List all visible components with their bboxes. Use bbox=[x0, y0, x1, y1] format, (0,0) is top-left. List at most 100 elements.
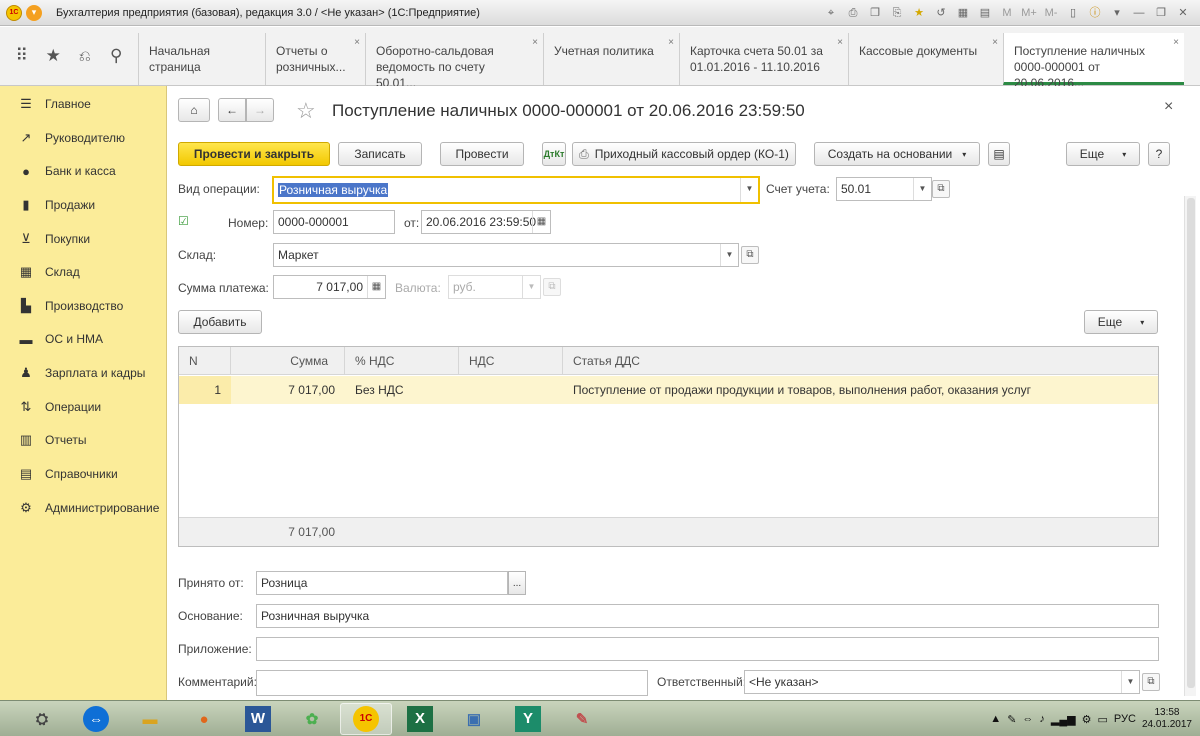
panels-icon[interactable]: ▯ bbox=[1064, 4, 1082, 22]
history-icon[interactable]: ↺ bbox=[932, 4, 950, 22]
more-button[interactable]: Еще ▾ bbox=[1066, 142, 1140, 166]
apps-grid-icon[interactable]: ⠿ bbox=[10, 46, 34, 66]
open-account-icon[interactable]: ⧉ bbox=[932, 180, 950, 198]
print-order-button[interactable]: ⎙ Приходный кассовый ордер (КО-1) bbox=[572, 142, 796, 166]
app-logo-icon[interactable]: 1С bbox=[6, 4, 22, 21]
chevron-down-icon[interactable]: ▾ bbox=[1108, 4, 1126, 22]
chevron-down-icon[interactable]: ▼ bbox=[720, 244, 738, 266]
sidebar-item-sales[interactable]: ▮ Продажи bbox=[0, 194, 167, 216]
sidebar-item-manager[interactable]: ↗ Руководителю bbox=[0, 127, 167, 149]
sidebar-item-warehouse[interactable]: ▦ Склад bbox=[0, 261, 167, 283]
home-button[interactable]: ⌂ bbox=[178, 98, 210, 122]
info-icon[interactable]: ⓘ bbox=[1086, 4, 1104, 22]
battery-icon[interactable]: ▭ bbox=[1098, 713, 1108, 726]
document-icon[interactable]: ▤ bbox=[988, 142, 1010, 166]
chevron-down-icon[interactable]: ▼ bbox=[740, 178, 758, 202]
column-header-vat-rate[interactable]: % НДС bbox=[345, 347, 459, 375]
calendar-icon[interactable]: ▦ bbox=[532, 211, 550, 233]
search-icon[interactable]: ⚲ bbox=[104, 46, 128, 66]
sidebar-item-admin[interactable]: ⚙ Администрирование bbox=[0, 497, 167, 519]
select-ellipsis-button[interactable]: ... bbox=[508, 571, 526, 595]
1c-icon[interactable]: 1С bbox=[340, 703, 392, 735]
show-hidden-icon[interactable]: ▲ bbox=[990, 713, 1001, 725]
teamviewer-tray-icon[interactable]: ⇔ bbox=[1022, 713, 1033, 725]
calculator-icon[interactable]: ▦ bbox=[367, 276, 385, 298]
payments-table[interactable]: N Сумма платежа % НДС НДС Статья ДДС 1 7… bbox=[178, 346, 1159, 547]
sidebar-item-operations[interactable]: ⇅ Операции bbox=[0, 396, 167, 418]
attachment-field[interactable] bbox=[256, 637, 1159, 661]
paint-icon[interactable]: ✎ bbox=[556, 703, 608, 735]
tab-retail-reports[interactable]: Отчеты о розничных... × bbox=[265, 33, 365, 85]
close-tab-icon[interactable]: × bbox=[354, 35, 360, 51]
column-header-vat[interactable]: НДС bbox=[459, 347, 563, 375]
column-header-n[interactable]: N bbox=[179, 347, 231, 375]
pin-icon[interactable]: ⌖ bbox=[822, 4, 840, 22]
save-button[interactable]: Записать bbox=[338, 142, 422, 166]
firefox-icon[interactable]: ● bbox=[178, 703, 230, 735]
close-tab-icon[interactable]: × bbox=[992, 35, 998, 51]
chevron-down-icon[interactable]: ▼ bbox=[1121, 671, 1139, 693]
keyboard-lang[interactable]: РУС bbox=[1114, 713, 1136, 725]
sidebar-item-production[interactable]: ▙ Производство bbox=[0, 295, 167, 317]
signal-icon[interactable]: ▂▄▆ bbox=[1051, 713, 1076, 726]
close-icon[interactable]: ✕ bbox=[1174, 4, 1192, 22]
close-tab-icon[interactable]: × bbox=[532, 35, 538, 51]
copy-icon[interactable]: ❐ bbox=[866, 4, 884, 22]
sidebar-item-reports[interactable]: ▥ Отчеты bbox=[0, 429, 167, 451]
tab-cash-receipt[interactable]: Поступление наличных 0000-000001 от 20.0… bbox=[1003, 33, 1184, 90]
clock[interactable]: 13:58 24.01.2017 bbox=[1142, 707, 1192, 731]
open-responsible-icon[interactable]: ⧉ bbox=[1142, 673, 1160, 691]
scrollbar-thumb[interactable] bbox=[1187, 198, 1195, 688]
column-header-sum[interactable]: Сумма платежа bbox=[231, 347, 345, 396]
memory-button[interactable]: M bbox=[998, 4, 1016, 22]
tab-accounting-policy[interactable]: Учетная политика × bbox=[543, 33, 679, 85]
account-select[interactable]: 50.01 ▼ bbox=[836, 177, 932, 201]
tab-cash-documents[interactable]: Кассовые документы × bbox=[848, 33, 1003, 85]
column-header-dds-item[interactable]: Статья ДДС bbox=[563, 347, 1158, 375]
add-row-button[interactable]: Добавить bbox=[178, 310, 262, 334]
chevron-down-icon[interactable]: ▼ bbox=[913, 178, 931, 200]
flower-app-icon[interactable]: ✿ bbox=[286, 703, 338, 735]
dt-kt-icon[interactable]: ДтКт bbox=[542, 142, 566, 166]
sidebar-item-payroll[interactable]: ♟ Зарплата и кадры bbox=[0, 362, 167, 384]
received-from-field[interactable]: Розница bbox=[256, 571, 508, 595]
post-and-close-button[interactable]: Провести и закрыть bbox=[178, 142, 330, 166]
excel-icon[interactable]: X bbox=[394, 703, 446, 735]
basis-field[interactable]: Розничная выручка bbox=[256, 604, 1159, 628]
number-field[interactable]: 0000-000001 bbox=[273, 210, 395, 234]
operation-type-select[interactable]: Розничная выручка ▼ bbox=[272, 176, 760, 204]
help-button[interactable]: ? bbox=[1148, 142, 1170, 166]
forward-button[interactable]: → bbox=[246, 98, 274, 122]
close-tab-icon[interactable]: × bbox=[668, 35, 674, 51]
sidebar-item-assets[interactable]: ▬ ОС и НМА bbox=[0, 328, 167, 350]
tab-turnover-sheet[interactable]: Оборотно-сальдовая ведомость по счету 50… bbox=[365, 33, 543, 90]
calc-icon[interactable]: ▦ bbox=[954, 4, 972, 22]
post-button[interactable]: Провести bbox=[440, 142, 524, 166]
network-tray-icon[interactable]: ⚙ bbox=[1082, 713, 1092, 726]
close-tab-icon[interactable]: × bbox=[837, 35, 843, 51]
history-icon[interactable]: ⎌ bbox=[73, 48, 97, 65]
open-warehouse-icon[interactable]: ⧉ bbox=[741, 246, 759, 264]
sidebar-item-bank[interactable]: ● Банк и касса bbox=[0, 160, 167, 182]
close-form-icon[interactable]: × bbox=[1164, 98, 1173, 116]
date-field[interactable]: 20.06.2016 23:59:50 ▦ bbox=[421, 210, 551, 234]
paste-icon[interactable]: ⎘ bbox=[888, 4, 906, 22]
print-icon[interactable]: ⎙ bbox=[844, 4, 862, 22]
sidebar-item-main[interactable]: ☰ Главное bbox=[0, 93, 167, 115]
network-icon[interactable]: ▣ bbox=[448, 703, 500, 735]
sidebar-item-purchases[interactable]: ⊻ Покупки bbox=[0, 228, 167, 250]
tab-account-card[interactable]: Карточка счета 50.01 за 01.01.2016 - 11.… bbox=[679, 33, 848, 85]
calendar-icon[interactable]: ▤ bbox=[976, 4, 994, 22]
pen-icon[interactable]: ✎ bbox=[1007, 713, 1016, 726]
warehouse-select[interactable]: Маркет ▼ bbox=[273, 243, 739, 267]
amount-field[interactable]: 7 017,00 ▦ bbox=[273, 275, 386, 299]
form-scrollbar[interactable] bbox=[1184, 196, 1196, 696]
back-button[interactable]: ← bbox=[218, 98, 246, 122]
memory-minus-button[interactable]: M- bbox=[1042, 4, 1060, 22]
memory-plus-button[interactable]: M+ bbox=[1020, 4, 1038, 22]
close-tab-icon[interactable]: × bbox=[1173, 35, 1179, 51]
teamviewer-icon[interactable]: ⇔ bbox=[70, 703, 122, 735]
favorite-star-icon[interactable]: ☆ bbox=[296, 98, 316, 124]
remote-desktop-icon[interactable]: ⛭ bbox=[16, 703, 68, 735]
file-explorer-icon[interactable]: ▬ bbox=[124, 703, 176, 735]
